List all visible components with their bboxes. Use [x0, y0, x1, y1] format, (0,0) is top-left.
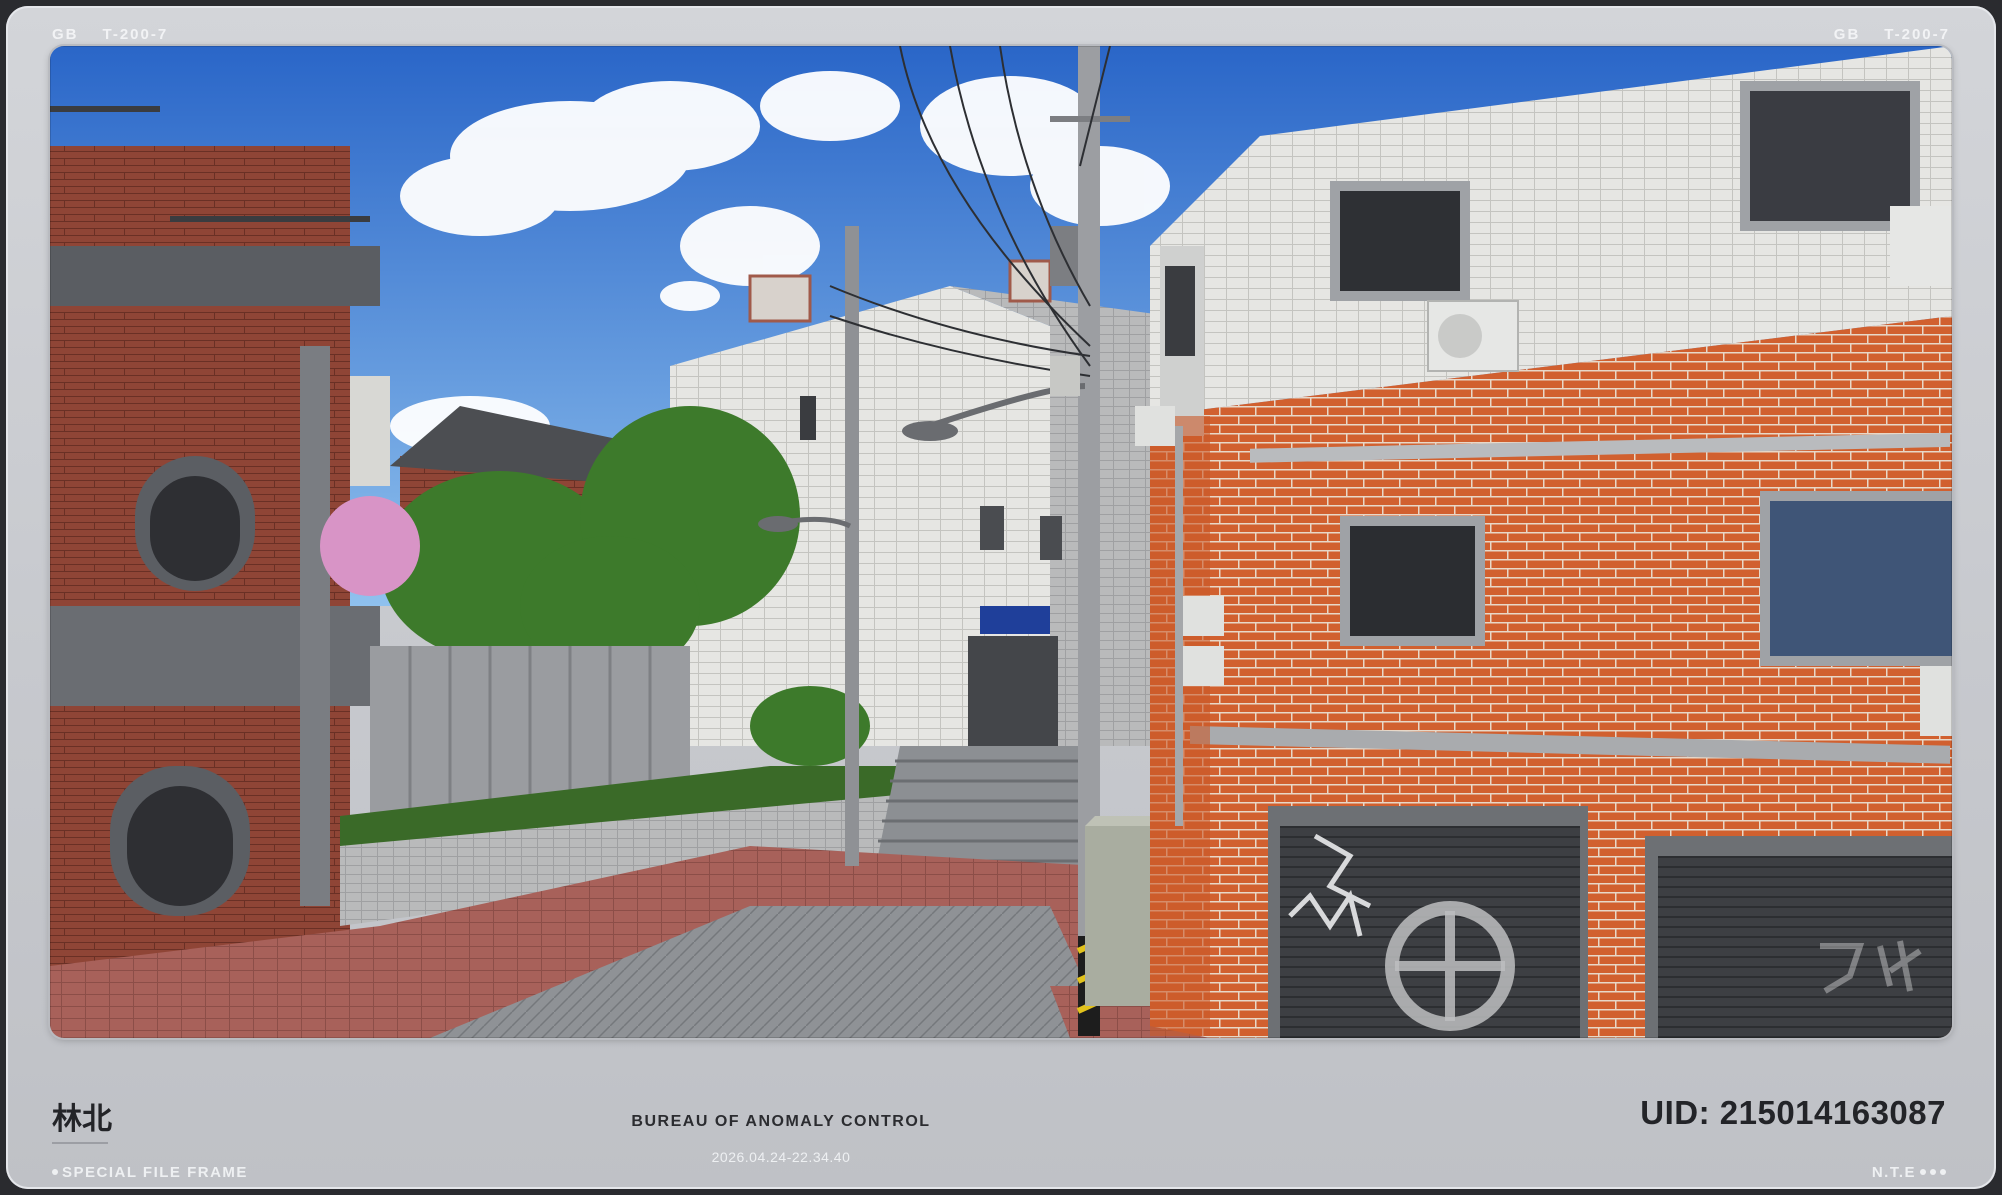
- code-prefix: GB: [1833, 26, 1861, 43]
- capture-timestamp: 2026.04.24-22.34.40: [711, 1149, 851, 1165]
- garage-shutter-left: [1280, 826, 1580, 1038]
- game-screenshot: [50, 46, 1952, 1038]
- code-value: T-200-7: [1884, 26, 1950, 43]
- bullet-dot: [1920, 1168, 1926, 1175]
- right-building: [1135, 46, 1952, 1038]
- photo-frame: GB T-200-7 GB T-200-7 林北 SPECIAL FILE FR…: [6, 6, 1996, 1189]
- location-underline: [52, 1142, 108, 1144]
- code-prefix: GB: [52, 26, 79, 43]
- bullet-dot: [52, 1168, 58, 1175]
- corner-code-right: GB T-200-7: [1834, 26, 1950, 43]
- street-scene: [50, 46, 1952, 1038]
- corner-code-left: GB T-200-7: [52, 26, 168, 43]
- bullet-dot: [1940, 1168, 1946, 1175]
- brand-caption: N.T.E: [1872, 1164, 1946, 1181]
- bullet-dot: [1930, 1168, 1936, 1175]
- user-uid: UID: 215014163087: [1640, 1094, 1946, 1131]
- transformer-box: [1050, 356, 1080, 396]
- caption-text: N.T.E: [1871, 1164, 1916, 1181]
- blossom-tree: [320, 496, 420, 596]
- code-value: T-200-7: [102, 26, 169, 43]
- organization-title: BUREAU OF ANOMALY CONTROL: [631, 1113, 931, 1130]
- garage-shutter-right: [1658, 856, 1952, 1038]
- caption-text: SPECIAL FILE FRAME: [62, 1164, 248, 1181]
- special-file-caption: SPECIAL FILE FRAME: [52, 1164, 248, 1181]
